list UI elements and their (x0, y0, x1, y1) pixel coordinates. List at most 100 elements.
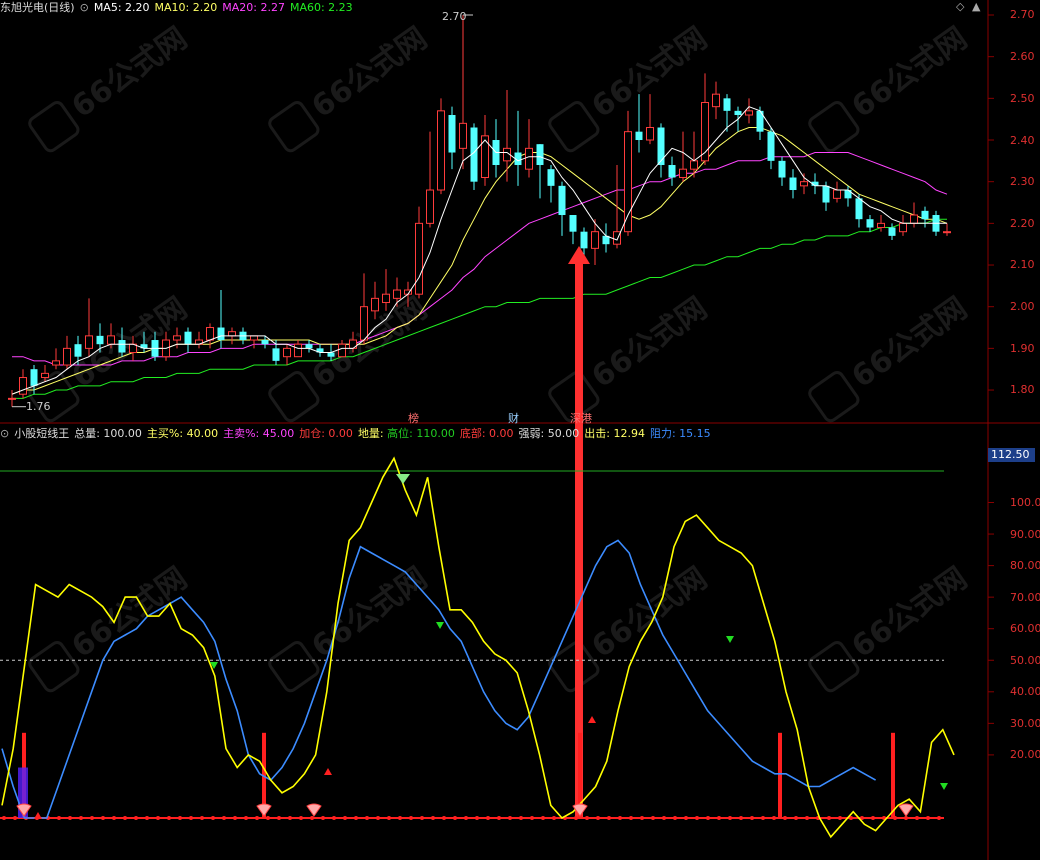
watermark: 66公式网 (808, 291, 974, 423)
ma10-label: MA10: 2.20 (154, 1, 218, 14)
candle-body (536, 144, 544, 166)
candle-body (745, 110, 753, 116)
candle-body (19, 377, 27, 395)
ma60-label: MA60: 2.23 (289, 1, 353, 14)
candle-body (85, 335, 93, 349)
bottom-dot (717, 816, 721, 820)
watermark-logo-icon (268, 641, 320, 693)
bottom-dot (332, 816, 336, 820)
event-marker-cai[interactable]: 财 (508, 410, 519, 426)
candle-body (228, 331, 236, 337)
price-tick: 2.40 (1010, 134, 1035, 147)
bottom-dot (310, 816, 314, 820)
candle-body (261, 340, 269, 345)
bottom-dot (365, 816, 369, 820)
candle-body (734, 110, 742, 116)
candle-body (921, 210, 929, 220)
candle (745, 98, 753, 124)
bottom-dot (651, 816, 655, 820)
watermark-text: 66公式网 (846, 561, 974, 665)
indicator-settings-icon[interactable]: ⊙ (0, 427, 9, 440)
bottom-dot (321, 816, 325, 820)
strike-value: 出击: 12.94 (584, 427, 645, 440)
settings-icon[interactable]: ⊙ (80, 1, 89, 14)
bottom-dot (827, 816, 831, 820)
watermark-logo-icon (808, 641, 860, 693)
event-marker-tong[interactable]: 深港 (570, 410, 592, 426)
stock-name[interactable]: 东旭光电(日线) (0, 1, 75, 14)
price-tick: 2.10 (1010, 258, 1035, 271)
candle-body (888, 227, 896, 236)
candle-body (206, 327, 214, 341)
candle (481, 115, 489, 186)
bottom-dot (871, 816, 875, 820)
bottom-dot (409, 816, 413, 820)
candle (503, 90, 511, 182)
bottom-dot (145, 816, 149, 820)
candle (855, 194, 863, 228)
diamond-icon[interactable]: ◇ (956, 0, 964, 13)
candle (382, 269, 390, 311)
candle (63, 335, 71, 370)
candle-body (558, 185, 566, 216)
bottom-dot (288, 816, 292, 820)
bottom-dot (585, 816, 589, 820)
candle (217, 290, 225, 349)
bottom-dot (838, 816, 842, 820)
candle (85, 298, 93, 357)
bottom-dot (189, 816, 193, 820)
bottom-dot (79, 816, 83, 820)
bottom-signal-icon (256, 803, 272, 817)
candle-body (910, 214, 918, 224)
collapse-icon[interactable]: ▲ (972, 0, 980, 13)
candle-body (657, 127, 665, 166)
candle-body (8, 397, 16, 400)
indicator-tick: 20.00 (1010, 748, 1040, 761)
candle-body (624, 131, 632, 233)
watermark-logo-icon (268, 101, 320, 153)
candle-body (866, 219, 874, 228)
bottom-dot (794, 816, 798, 820)
candle-body (635, 131, 643, 141)
candle (844, 185, 852, 207)
candle (624, 110, 632, 236)
candle-body (679, 168, 687, 179)
candle (613, 165, 621, 249)
watermark-text: 66公式网 (306, 561, 434, 665)
indicator-header: ⊙ 小股短线王 总量: 100.00 主买%: 40.00 主卖%: 45.00 加仓: … (0, 426, 716, 442)
bottom-dot (453, 816, 457, 820)
bottom-dot (695, 816, 699, 820)
candle (547, 165, 555, 203)
bottom-dot (552, 816, 556, 820)
candle-body (833, 189, 841, 199)
bottom-dot (101, 816, 105, 820)
watermark-logo-icon (548, 101, 600, 153)
bottom-dot (277, 816, 281, 820)
candle-body (899, 222, 907, 233)
candle (767, 127, 775, 170)
watermark: 66公式网 (808, 21, 974, 153)
price-tick: 1.80 (1010, 383, 1035, 396)
candle-body (272, 348, 280, 361)
candle-body (107, 335, 115, 345)
candle-body (437, 110, 445, 191)
candle-body (305, 344, 313, 349)
watermark-text: 66公式网 (306, 21, 434, 125)
candle-body (217, 327, 225, 341)
candle (712, 81, 720, 120)
signal-bar (778, 732, 782, 818)
big-red-arrow (568, 246, 590, 818)
bottom-dot (2, 816, 6, 820)
candle (558, 181, 566, 236)
candle-body (338, 343, 346, 358)
candle-body (591, 231, 599, 249)
indicator-tick: 70.00 (1010, 591, 1040, 604)
bottom-dot (167, 816, 171, 820)
total-value: 总量: 100.00 (74, 427, 142, 440)
indicator-name[interactable]: 小股短线王 (14, 427, 69, 440)
watermark-logo-icon (808, 101, 860, 153)
top-signal-marker (396, 474, 410, 484)
candle (899, 215, 907, 236)
candle-body (712, 93, 720, 108)
event-marker-bang[interactable]: 榜 (408, 410, 419, 426)
